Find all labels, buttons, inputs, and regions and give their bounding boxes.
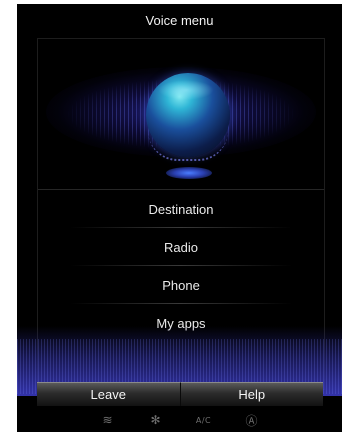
menu-item-phone[interactable]: Phone xyxy=(38,266,324,304)
menu-item-radio[interactable]: Radio xyxy=(38,228,324,266)
heated-seat-icon[interactable]: ≋ xyxy=(84,413,132,427)
auto-climate-icon[interactable]: Ⓐ xyxy=(228,412,276,429)
fan-icon[interactable]: ✻ xyxy=(132,413,180,427)
voice-menu-list: Destination Radio Phone My apps xyxy=(38,189,324,342)
voice-menu-screen: Voice menu Destination Radio Phone My ap… xyxy=(17,4,342,432)
menu-item-destination[interactable]: Destination xyxy=(38,190,324,228)
help-button[interactable]: Help xyxy=(179,382,323,406)
help-button-label: Help xyxy=(238,387,266,402)
page-title: Voice menu xyxy=(145,12,214,28)
ac-button[interactable]: A/C xyxy=(180,416,228,425)
climate-bar: ≋ ✻ A/C Ⓐ xyxy=(17,408,342,432)
action-buttons: Leave Help xyxy=(37,382,323,406)
orb-highlight xyxy=(158,80,214,100)
leave-button[interactable]: Leave xyxy=(37,382,180,406)
leave-button-label: Leave xyxy=(90,387,126,402)
orb-reflection xyxy=(166,167,212,179)
voice-visual xyxy=(38,39,324,189)
